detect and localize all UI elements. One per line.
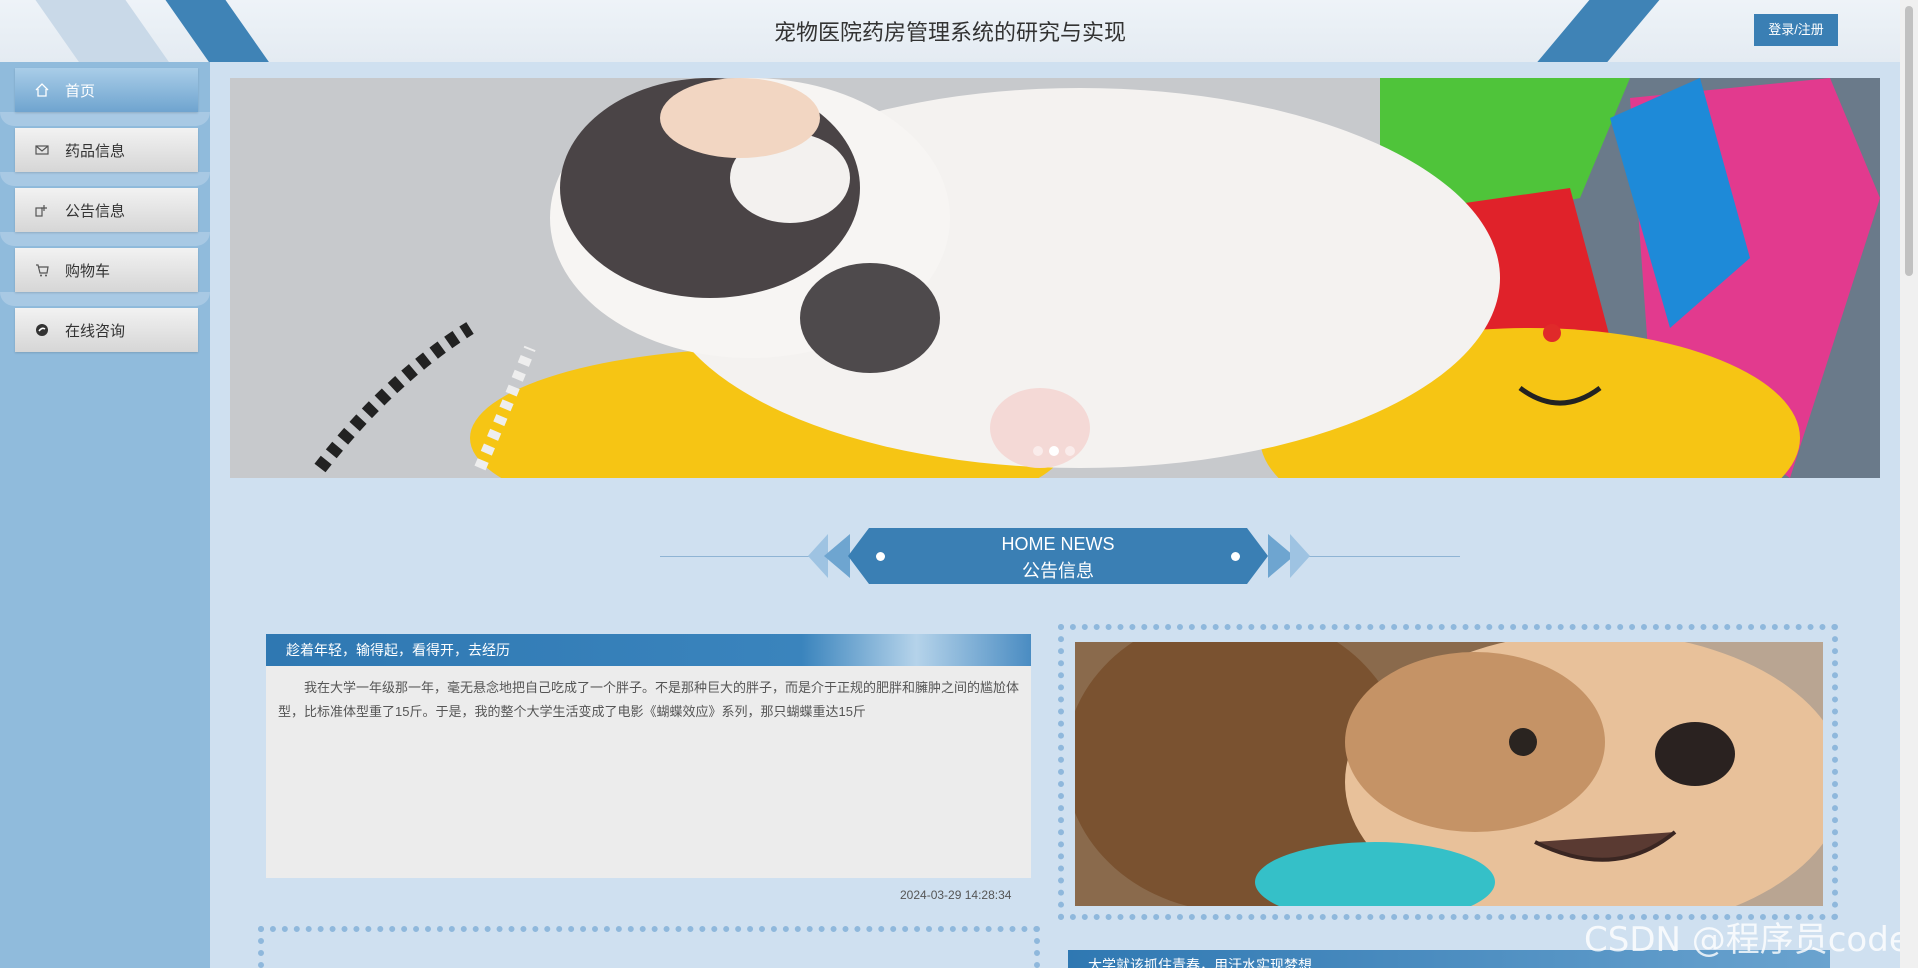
news-card[interactable]: 趁着年轻，输得起，看得开，去经历 我在大学一年级那一年，毫无悬念地把自己吃成了一… xyxy=(266,634,1031,878)
banner-image xyxy=(230,78,1880,478)
news-date: 2024-03-29 14:28:34 xyxy=(900,888,1012,902)
sidebar-item-notice[interactable]: 公告信息 xyxy=(15,188,198,232)
arrow-left-icon xyxy=(824,534,850,578)
sidebar-item-label: 购物车 xyxy=(65,262,111,280)
news-title[interactable]: 趁着年轻，输得起，看得开，去经历 xyxy=(266,634,1031,666)
cart-icon xyxy=(36,264,49,277)
sidebar-item-cart[interactable]: 购物车 xyxy=(15,248,198,292)
sidebar-item-consult[interactable]: 在线咨询 xyxy=(15,308,198,352)
news-image[interactable] xyxy=(1075,642,1823,906)
home-icon xyxy=(35,83,49,97)
sidebar-nav: 首页 药品信息 公告信息 购物车 在线咨询 xyxy=(0,62,210,968)
sidebar-item-home[interactable]: 首页 xyxy=(15,68,198,112)
watermark-text: CSDN @程序员code xyxy=(1584,920,1910,960)
news-body: 我在大学一年级那一年，毫无悬念地把自己吃成了一个胖子。不是那种巨大的胖子，而是介… xyxy=(278,680,1020,719)
chat-icon xyxy=(36,324,48,336)
sidebar-item-label: 首页 xyxy=(65,82,96,100)
sidebar-item-label: 在线咨询 xyxy=(65,322,126,340)
mail-icon xyxy=(35,145,49,155)
top-header: 宠物医院药房管理系统的研究与实现 登录/注册 xyxy=(0,0,1900,62)
scrollbar-thumb[interactable] xyxy=(1905,6,1913,276)
carousel-dot[interactable] xyxy=(1033,446,1043,456)
carousel-dot[interactable] xyxy=(1049,446,1059,456)
sidebar-item-label: 药品信息 xyxy=(65,142,126,160)
section-title-en: HOME NEWS xyxy=(1001,534,1115,554)
scrollbar[interactable] xyxy=(1900,0,1918,968)
banner-carousel[interactable] xyxy=(230,78,1880,478)
section-heading: HOME NEWS 公告信息 xyxy=(848,528,1268,584)
site-title: 宠物医院药房管理系统的研究与实现 xyxy=(773,20,1126,45)
dog-photo xyxy=(1075,642,1823,906)
sidebar-item-medicine[interactable]: 药品信息 xyxy=(15,128,198,172)
arrow-right-icon xyxy=(1290,534,1310,578)
carousel-indicators xyxy=(1033,446,1075,456)
section-title-cn: 公告信息 xyxy=(1022,561,1094,581)
login-register-button[interactable]: 登录/注册 xyxy=(1754,14,1838,46)
notice-icon xyxy=(35,205,47,217)
carousel-dot[interactable] xyxy=(1065,446,1075,456)
sidebar-item-label: 公告信息 xyxy=(65,202,126,220)
news-image-frame xyxy=(258,926,1040,968)
